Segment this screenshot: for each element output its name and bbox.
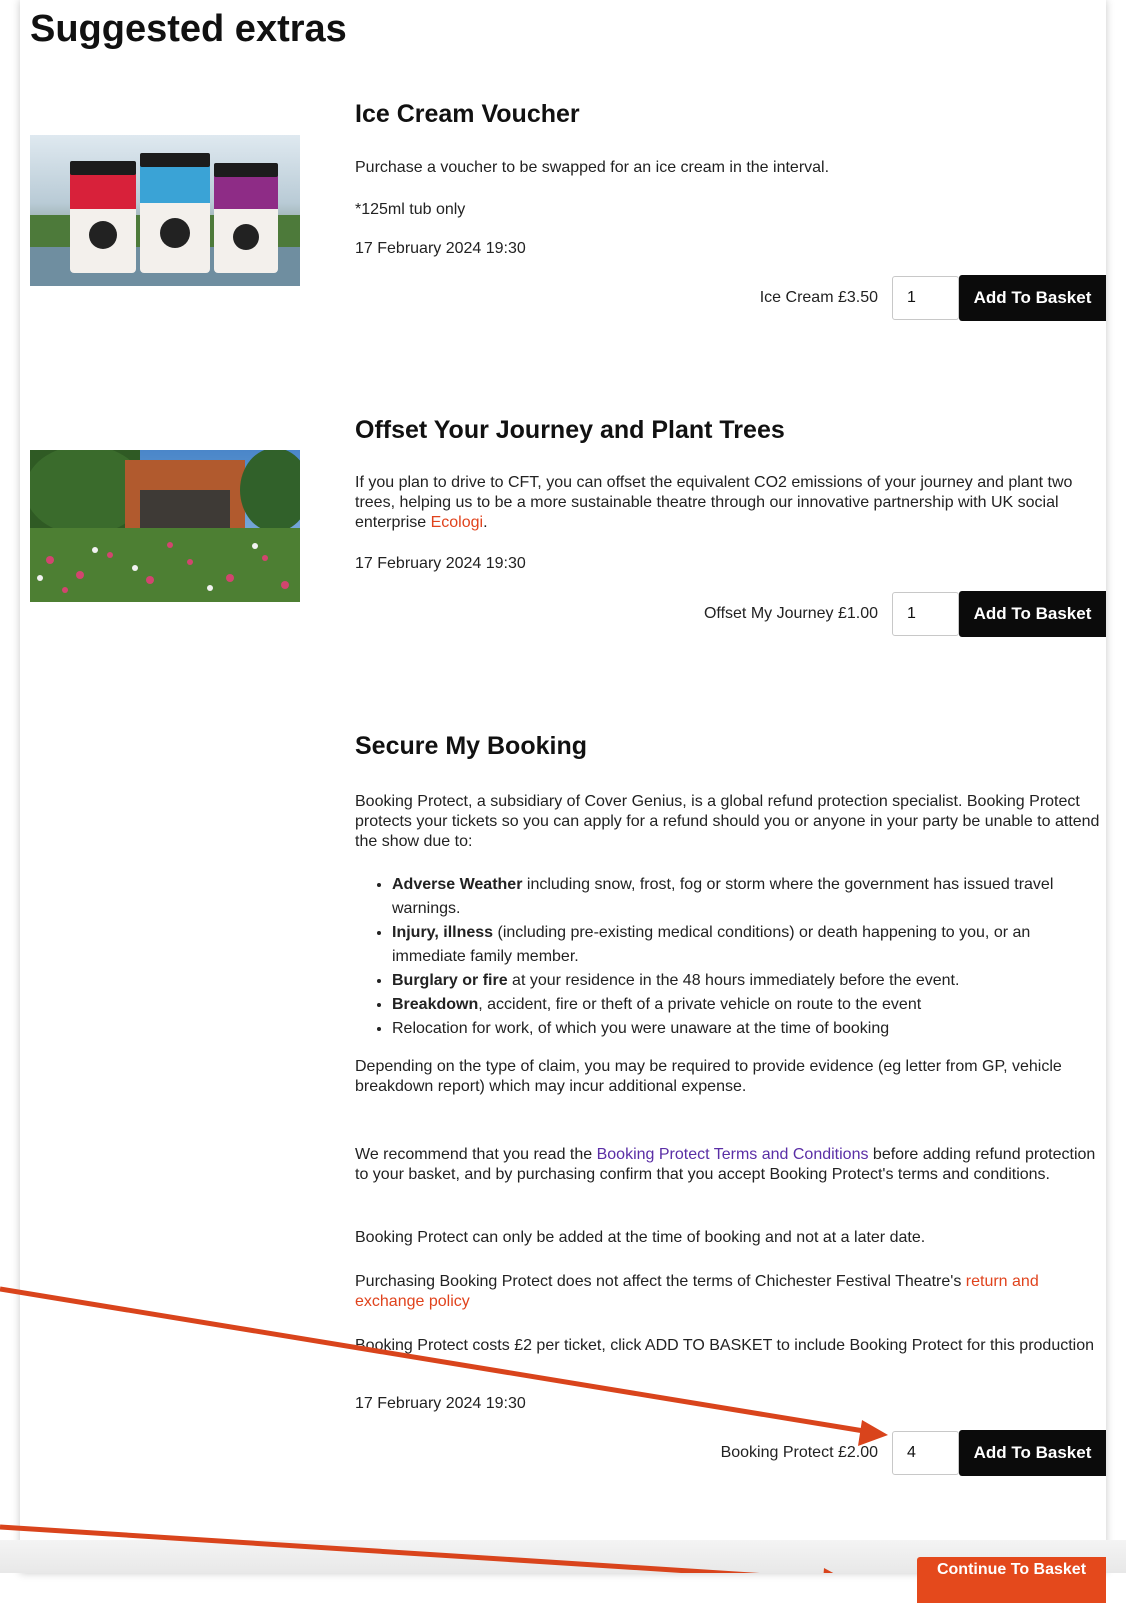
offset-title: Offset Your Journey and Plant Trees [355, 416, 785, 444]
reason-item: Burglary or fire at your residence in th… [392, 969, 1105, 993]
secure-buy-row: Booking Protect £2.00 Add To Basket [721, 1430, 1106, 1476]
secure-evidence-text: Depending on the type of claim, you may … [355, 1058, 1062, 1095]
offset-quantity-input[interactable] [892, 592, 959, 636]
offset-date: 17 February 2024 19:30 [355, 555, 526, 572]
secure-quantity-input[interactable] [892, 1431, 959, 1475]
suggested-extras-panel: Suggested extras Ice Cream Voucher Purch… [20, 0, 1106, 1573]
ice-cream-title: Ice Cream Voucher [355, 100, 580, 128]
ice-cream-buy-row: Ice Cream £3.50 Add To Basket [760, 275, 1106, 321]
offset-add-to-basket-button[interactable]: Add To Basket [959, 591, 1106, 637]
secure-cost-text: Booking Protect costs £2 per ticket, cli… [355, 1337, 1095, 1354]
offset-price-label: Offset My Journey £1.00 [703, 605, 878, 622]
secure-intro: Booking Protect, a subsidiary of Cover G… [355, 793, 1100, 850]
ice-cream-price-label: Ice Cream £3.50 [759, 289, 878, 306]
ice-cream-add-to-basket-button[interactable]: Add To Basket [959, 275, 1106, 321]
secure-only-at-booking-text: Booking Protect can only be added at the… [355, 1229, 926, 1246]
reason-item: Adverse Weather including snow, frost, f… [392, 873, 1105, 921]
ice-cream-note: *125ml tub only [355, 201, 466, 218]
reason-item: Relocation for work, of which you were u… [392, 1017, 1105, 1041]
continue-to-basket-button[interactable]: Continue To Basket [917, 1557, 1106, 1603]
ice-cream-date: 17 February 2024 19:30 [355, 240, 526, 257]
secure-policy-text: Purchasing Booking Protect does not affe… [355, 1273, 1039, 1310]
ice-cream-description: Purchase a voucher to be swapped for an … [355, 159, 830, 176]
page-title: Suggested extras [30, 8, 347, 50]
wildflower-meadow-image [30, 450, 300, 602]
offset-description: If you plan to drive to CFT, you can off… [355, 474, 1073, 531]
secure-date: 17 February 2024 19:30 [355, 1395, 526, 1412]
secure-booking-title: Secure My Booking [355, 732, 587, 760]
secure-recommend-text: We recommend that you read the Booking P… [355, 1146, 1096, 1183]
secure-price-label: Booking Protect £2.00 [720, 1444, 878, 1461]
ice-cream-tubs-image [30, 135, 300, 286]
reason-item: Breakdown, accident, fire or theft of a … [392, 993, 1105, 1017]
reason-item: Injury, illness (including pre-existing … [392, 921, 1105, 969]
booking-protect-terms-link[interactable]: Booking Protect Terms and Conditions [597, 1146, 869, 1163]
secure-reasons-list: Adverse Weather including snow, frost, f… [355, 873, 1105, 1041]
ice-cream-quantity-input[interactable] [892, 276, 959, 320]
secure-add-to-basket-button[interactable]: Add To Basket [959, 1430, 1106, 1476]
ecologi-link[interactable]: Ecologi [431, 514, 483, 531]
offset-buy-row: Offset My Journey £1.00 Add To Basket [704, 591, 1106, 637]
